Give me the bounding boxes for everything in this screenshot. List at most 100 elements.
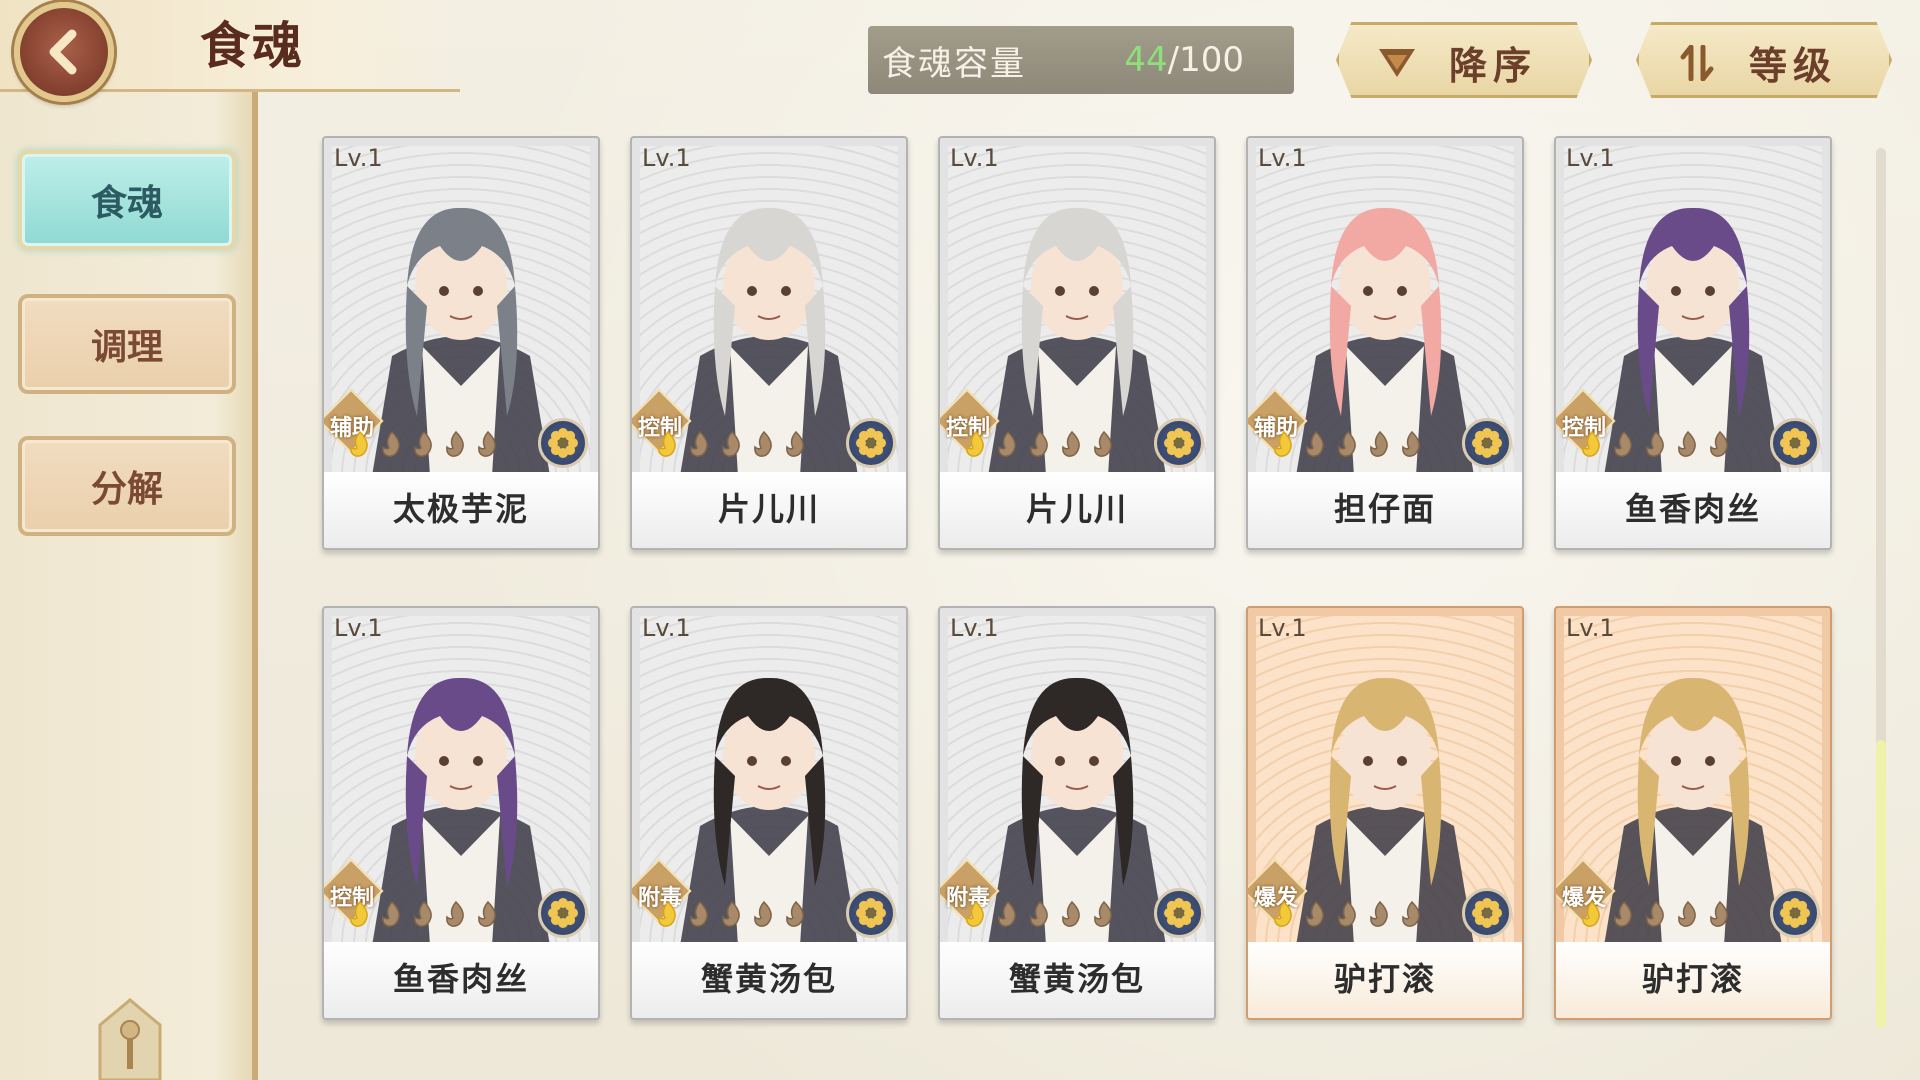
star-rating	[1270, 430, 1426, 460]
flame-empty-icon	[1402, 900, 1420, 927]
flame-filled-icon	[658, 900, 676, 927]
card-level: Lv.1	[1258, 144, 1307, 172]
flame-empty-icon	[478, 900, 496, 927]
name-plate: 担仔面	[1248, 472, 1522, 548]
flame-empty-icon	[754, 900, 772, 927]
card-level: Lv.1	[950, 614, 999, 642]
flame-empty-icon	[690, 430, 708, 457]
card-name: 鱼香肉丝	[1624, 490, 1761, 528]
food-soul-card[interactable]: Lv.1 爆发 驴打滚	[1246, 606, 1524, 1020]
name-plate: 片儿川	[632, 472, 906, 548]
flame-filled-icon	[1582, 430, 1600, 457]
flame-empty-icon	[722, 430, 740, 457]
flame-empty-icon	[478, 430, 496, 457]
flame-empty-icon	[1370, 430, 1388, 457]
flame-empty-icon	[1678, 900, 1696, 927]
star-rating	[1578, 900, 1734, 930]
flame-filled-icon	[1274, 900, 1292, 927]
name-plate: 片儿川	[940, 472, 1214, 548]
flame-empty-icon	[1614, 430, 1632, 457]
flame-empty-icon	[382, 900, 400, 927]
flame-filled-icon	[1274, 430, 1292, 457]
flame-empty-icon	[446, 430, 464, 457]
food-soul-card[interactable]: Lv.1 辅助	[322, 136, 600, 550]
food-soul-card[interactable]: Lv.1 控制	[322, 606, 600, 1020]
card-name: 鱼香肉丝	[392, 960, 529, 998]
element-flower-icon	[538, 418, 588, 468]
flame-empty-icon	[1646, 900, 1664, 927]
flame-empty-icon	[998, 430, 1016, 457]
card-level: Lv.1	[1258, 614, 1307, 642]
flame-empty-icon	[1306, 430, 1324, 457]
food-soul-card[interactable]: Lv.1 附毒 蟹黄汤包	[630, 606, 908, 1020]
card-level: Lv.1	[334, 614, 383, 642]
food-soul-card[interactable]: Lv.1 附毒 蟹黄汤包	[938, 606, 1216, 1020]
flame-empty-icon	[1338, 430, 1356, 457]
sort-field-button[interactable]: 等级	[1636, 22, 1892, 98]
back-arrow-icon	[49, 29, 77, 75]
card-name: 片儿川	[717, 490, 820, 528]
card-level: Lv.1	[642, 144, 691, 172]
card-name: 太极芋泥	[392, 490, 529, 528]
scrollbar-thumb[interactable]	[1876, 740, 1886, 1028]
element-flower-icon	[1462, 888, 1512, 938]
capacity-label: 食魂容量	[882, 43, 1026, 84]
food-soul-card[interactable]: Lv.1 控制	[938, 136, 1216, 550]
sidebar-item-label: 调理	[90, 326, 163, 368]
flame-empty-icon	[1338, 900, 1356, 927]
sidebar-item-decompose[interactable]: 分解	[18, 436, 236, 536]
food-soul-card[interactable]: Lv.1 爆发 驴打滚	[1554, 606, 1832, 1020]
sidebar-item-cultivate[interactable]: 调理	[18, 294, 236, 394]
sort-order-label: 降序	[1449, 43, 1538, 88]
scroll-ornament-icon	[98, 998, 162, 1080]
capacity-current: 44	[1124, 40, 1168, 80]
sort-field-label: 等级	[1749, 43, 1838, 88]
sidebar-item-food-soul[interactable]: 食魂	[18, 150, 236, 250]
flame-filled-icon	[350, 430, 368, 457]
star-rating	[1270, 900, 1426, 930]
flame-empty-icon	[1094, 900, 1112, 927]
flame-empty-icon	[1030, 900, 1048, 927]
element-flower-icon	[1770, 418, 1820, 468]
card-level: Lv.1	[1566, 614, 1615, 642]
flame-filled-icon	[966, 430, 984, 457]
star-rating	[962, 900, 1118, 930]
star-rating	[654, 430, 810, 460]
sort-order-button[interactable]: 降序	[1336, 22, 1592, 98]
flame-empty-icon	[1710, 900, 1728, 927]
name-plate: 太极芋泥	[324, 472, 598, 548]
flame-empty-icon	[414, 900, 432, 927]
card-level: Lv.1	[1566, 144, 1615, 172]
flame-empty-icon	[754, 430, 772, 457]
flame-empty-icon	[1062, 900, 1080, 927]
card-name: 驴打滚	[1333, 960, 1436, 998]
scrollbar[interactable]	[1876, 148, 1886, 1028]
star-rating	[654, 900, 810, 930]
star-rating	[346, 430, 502, 460]
flame-empty-icon	[1614, 900, 1632, 927]
food-soul-card[interactable]: Lv.1 控制	[1554, 136, 1832, 550]
flame-empty-icon	[1030, 430, 1048, 457]
capacity-max: /100	[1167, 40, 1244, 80]
card-name: 驴打滚	[1641, 960, 1744, 998]
back-button[interactable]	[14, 2, 114, 102]
star-rating	[346, 900, 502, 930]
sidebar-item-label: 分解	[90, 468, 163, 510]
flame-filled-icon	[966, 900, 984, 927]
name-plate: 驴打滚	[1248, 942, 1522, 1018]
flame-empty-icon	[1370, 900, 1388, 927]
flame-empty-icon	[1062, 430, 1080, 457]
element-flower-icon	[846, 888, 896, 938]
flame-empty-icon	[1094, 430, 1112, 457]
flame-empty-icon	[414, 430, 432, 457]
name-plate: 蟹黄汤包	[632, 942, 906, 1018]
descending-icon	[1379, 49, 1415, 77]
food-soul-card[interactable]: Lv.1 控制	[630, 136, 908, 550]
capacity-value: 44/100	[1124, 40, 1244, 80]
element-flower-icon	[846, 418, 896, 468]
food-soul-card[interactable]: Lv.1 辅助	[1246, 136, 1524, 550]
star-rating	[1578, 430, 1734, 460]
flame-empty-icon	[786, 430, 804, 457]
flame-empty-icon	[1306, 900, 1324, 927]
sidebar-item-label: 食魂	[90, 182, 163, 224]
